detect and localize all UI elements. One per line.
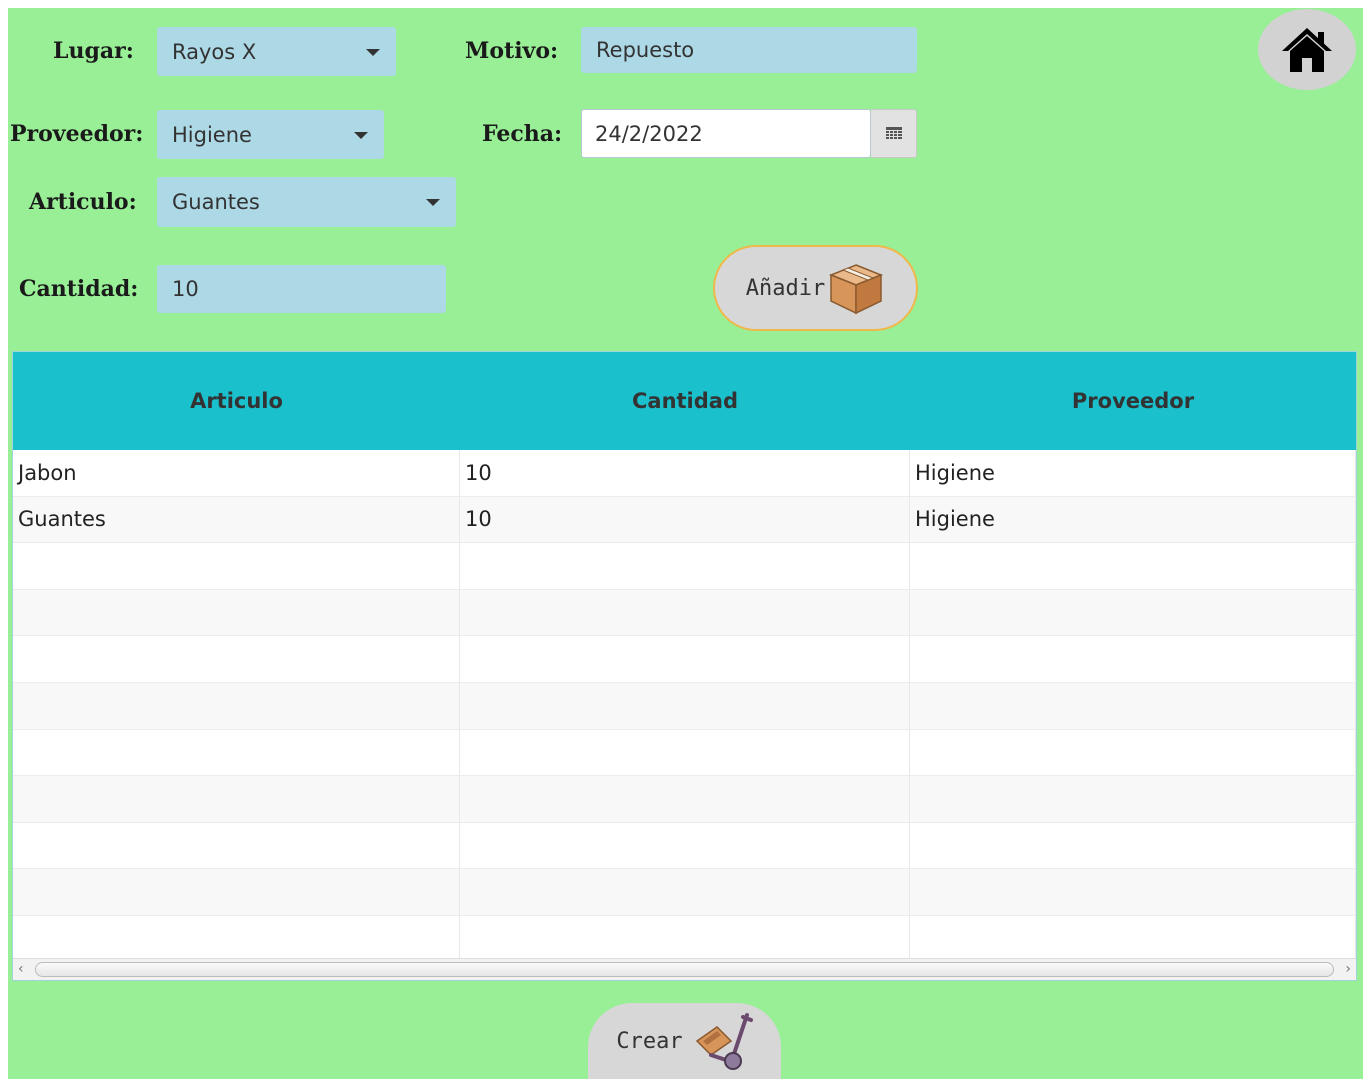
articulo-value: Guantes	[172, 190, 260, 214]
table-cell: Higiene	[910, 450, 1356, 496]
proveedor-label: Proveedor:	[10, 121, 144, 147]
table-cell: Higiene	[910, 496, 1356, 543]
hand-truck-icon	[695, 1013, 753, 1070]
lugar-label: Lugar:	[53, 38, 134, 64]
fecha-input[interactable]: 24/2/2022	[581, 109, 871, 158]
create-button-label: Crear	[616, 1028, 683, 1054]
table-row-empty	[13, 589, 1356, 637]
calendar-icon	[885, 126, 902, 139]
table-row-empty	[13, 822, 1356, 870]
table-cell: Guantes	[13, 496, 460, 543]
table-row-empty	[13, 729, 1356, 777]
add-button-label: Añadir	[745, 275, 826, 301]
articulo-label: Articulo:	[29, 189, 137, 215]
motivo-input[interactable]: Repuesto	[581, 27, 917, 73]
scroll-right-icon[interactable]: ›	[1345, 961, 1351, 977]
fecha-label: Fecha:	[482, 121, 563, 147]
proveedor-select[interactable]: Higiene	[157, 110, 384, 159]
horizontal-scrollbar[interactable]: ‹ ›	[13, 958, 1356, 980]
table-cell: 10	[460, 496, 910, 543]
table-cell: 10	[460, 450, 910, 496]
add-button[interactable]: Añadir	[713, 245, 918, 331]
proveedor-value: Higiene	[172, 122, 252, 147]
items-table[interactable]: Articulo Cantidad Proveedor Jabon 10 Hig…	[12, 351, 1357, 981]
table-row-empty	[13, 636, 1356, 683]
articulo-select[interactable]: Guantes	[157, 177, 456, 227]
column-header-proveedor[interactable]: Proveedor	[910, 352, 1356, 450]
table-row[interactable]: Jabon 10 Higiene	[13, 450, 1356, 497]
scroll-left-icon[interactable]: ‹	[18, 961, 24, 977]
calendar-button[interactable]	[871, 109, 917, 158]
table-row-empty	[13, 915, 1356, 963]
motivo-label: Motivo:	[465, 38, 559, 64]
create-button[interactable]: Crear	[588, 1003, 781, 1079]
scrollbar-thumb[interactable]	[35, 962, 1334, 977]
cantidad-value: 10	[172, 277, 199, 301]
table-cell: Jabon	[13, 450, 460, 496]
chevron-down-icon	[426, 199, 440, 206]
table-header: Articulo Cantidad Proveedor	[13, 352, 1356, 450]
fecha-value: 24/2/2022	[595, 121, 703, 146]
motivo-value: Repuesto	[596, 38, 695, 62]
column-header-articulo[interactable]: Articulo	[13, 352, 460, 450]
table-row-empty	[13, 869, 1356, 916]
table-row-empty	[13, 776, 1356, 823]
lugar-value: Rayos X	[172, 39, 257, 64]
cantidad-input[interactable]: 10	[157, 265, 446, 313]
table-row-empty	[13, 682, 1356, 730]
home-icon	[1282, 27, 1332, 72]
home-button[interactable]	[1258, 9, 1356, 90]
cantidad-label: Cantidad:	[19, 276, 139, 302]
chevron-down-icon	[366, 48, 380, 56]
chevron-down-icon	[354, 131, 368, 139]
box-icon	[829, 264, 884, 315]
table-row-empty	[13, 543, 1356, 590]
column-header-cantidad[interactable]: Cantidad	[460, 352, 910, 450]
table-row[interactable]: Guantes 10 Higiene	[13, 496, 1356, 544]
lugar-select[interactable]: Rayos X	[157, 27, 396, 76]
